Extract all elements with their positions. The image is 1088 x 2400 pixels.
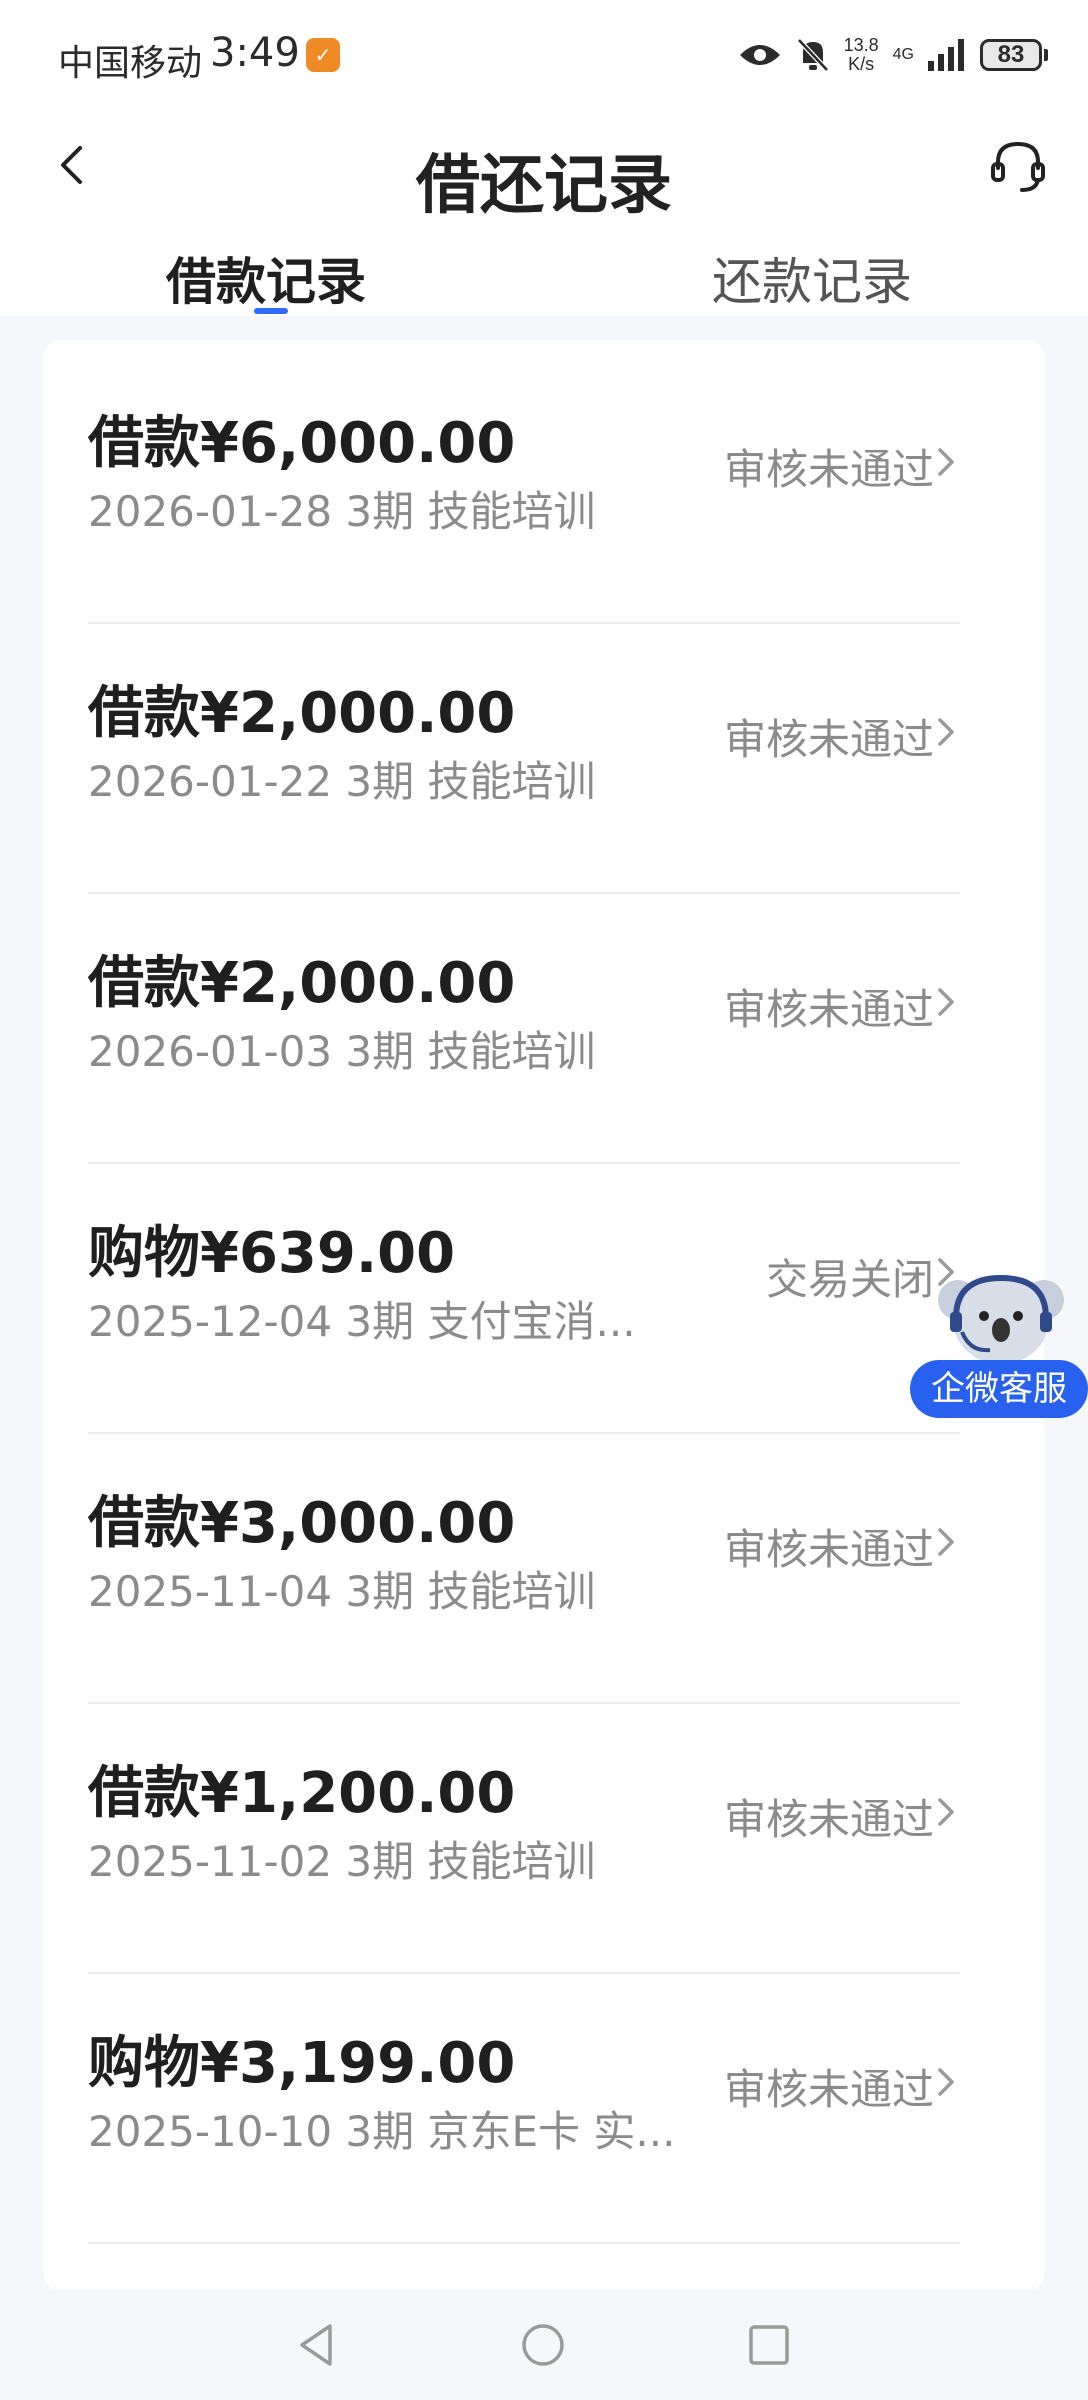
battery-indicator: 83: [980, 39, 1048, 71]
record-amount: 借款¥6,000.00: [88, 411, 516, 476]
record-row[interactable]: 借款¥1,200.00 2025-11-02 3期 技能培训 审核未通过: [44, 1704, 1004, 1974]
wecom-service-float-button[interactable]: 企微客服: [908, 1262, 1088, 1422]
record-status: 审核未通过: [723, 445, 934, 494]
record-row[interactable]: 借款¥6,000.00 2026-01-28 3期 技能培训 审核未通过: [44, 354, 1004, 624]
page-header: 借还记录: [0, 110, 1088, 223]
nav-recents-square-icon[interactable]: [742, 2318, 796, 2372]
chevron-right-icon: [938, 718, 954, 746]
network-speed-unit: K/s: [848, 54, 875, 74]
koala-avatar-icon: [938, 1274, 1064, 1364]
tab-borrow-records[interactable]: 借款记录: [166, 242, 366, 314]
record-status: 审核未通过: [723, 985, 934, 1034]
record-row[interactable]: 借款¥3,000.00 2025-11-04 3期 技能培训 审核未通过: [44, 1434, 1004, 1704]
nav-home-circle-icon[interactable]: [516, 2318, 570, 2372]
mute-bell-icon: [796, 38, 829, 72]
system-navigation-bar: [0, 2290, 1088, 2400]
record-details: 2025-12-04 3期 支付宝消...: [88, 1297, 636, 1346]
record-status: 审核未通过: [723, 2065, 934, 2114]
carrier-name: 中国移动: [58, 43, 203, 84]
record-row[interactable]: 借款¥2,000.00 2026-01-22 3期 技能培训 审核未通过: [44, 624, 1004, 894]
record-details: 2025-11-02 3期 技能培训: [88, 1837, 596, 1886]
record-row[interactable]: 购物¥3,199.00 2025-10-10 3期 京东E卡 实... 审核未通…: [44, 1974, 1004, 2244]
row-divider: [88, 2242, 960, 2244]
wecom-service-label: 企微客服: [910, 1360, 1088, 1418]
record-status: 审核未通过: [723, 715, 934, 764]
record-details: 2025-11-04 3期 技能培训: [88, 1567, 596, 1616]
record-amount: 借款¥2,000.00: [88, 681, 516, 746]
chevron-right-icon: [938, 1798, 954, 1826]
record-details: 2026-01-28 3期 技能培训: [88, 487, 596, 536]
record-details: 2025-10-10 3期 京东E卡 实...: [88, 2107, 676, 2156]
record-amount: 购物¥639.00: [88, 1221, 456, 1286]
customer-service-headset-icon[interactable]: [988, 136, 1048, 196]
record-tabs: 借款记录 还款记录: [0, 220, 1088, 316]
record-details: 2026-01-22 3期 技能培训: [88, 757, 596, 806]
record-amount: 借款¥2,000.00: [88, 951, 516, 1016]
network-speed: 13.8 K/s: [844, 36, 879, 74]
record-status: 审核未通过: [723, 1795, 934, 1844]
nav-back-triangle-icon[interactable]: [290, 2318, 344, 2372]
record-amount: 借款¥3,000.00: [88, 1491, 516, 1556]
active-tab-indicator: [254, 308, 288, 314]
status-bar: 中国移动 3:49 ✓ 13.8 K/s 4G 83: [0, 0, 1088, 110]
signal-icon: [928, 39, 964, 71]
tab-repayment-records[interactable]: 还款记录: [712, 242, 912, 314]
notification-app-icon: ✓: [306, 38, 340, 72]
battery-level: 83: [980, 39, 1042, 71]
chevron-right-icon: [938, 988, 954, 1016]
network-speed-value: 13.8: [843, 35, 879, 55]
record-status: 审核未通过: [723, 1525, 934, 1574]
record-row[interactable]: 借款¥2,000.00 2026-01-03 3期 技能培训 审核未通过: [44, 894, 1004, 1164]
record-row[interactable]: 购物¥639.00 2025-12-04 3期 支付宝消... 交易关闭: [44, 1164, 1004, 1434]
eye-icon: [739, 45, 780, 65]
record-amount: 购物¥3,199.00: [88, 2031, 516, 2096]
record-details: 2026-01-03 3期 技能培训: [88, 1027, 596, 1076]
page-title: 借还记录: [416, 149, 672, 223]
record-amount: 借款¥1,200.00: [88, 1761, 516, 1826]
chevron-right-icon: [938, 448, 954, 476]
network-type: 4G: [892, 46, 914, 63]
clock-time: 3:49: [210, 30, 300, 76]
chevron-right-icon: [938, 2068, 954, 2096]
chevron-right-icon: [938, 1528, 954, 1556]
